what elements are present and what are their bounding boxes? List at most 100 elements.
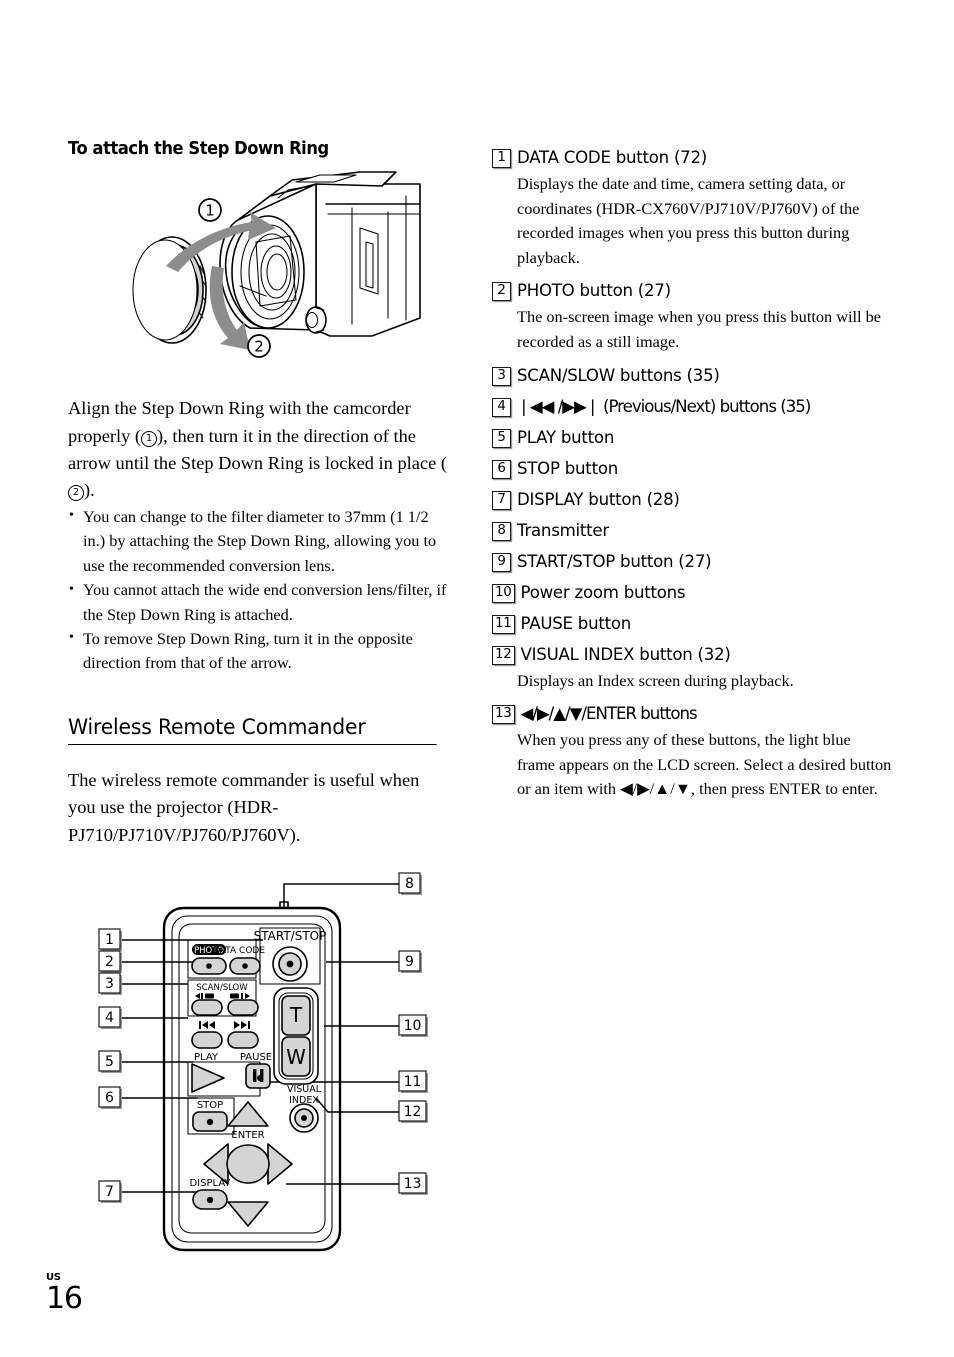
- item-heading: 7 DISPLAY button (28): [492, 486, 892, 514]
- note-bullet: To remove Step Down Ring, turn it in the…: [68, 626, 448, 676]
- item-title: DATA CODE button (72): [517, 148, 708, 167]
- pause-label: PAUSE: [240, 1052, 272, 1063]
- list-item: 13 ◀/▶/▲/▼/ENTER buttons When you press …: [492, 700, 892, 802]
- step-down-ring-illustration: 1 2: [120, 168, 430, 368]
- callout-box-9: 9: [398, 950, 422, 973]
- item-title: START/STOP button (27): [517, 551, 712, 571]
- svg-text:4: 4: [105, 1010, 114, 1026]
- scan-slow-area: SCAN/SLOW: [187, 979, 259, 1017]
- item-number: 9: [492, 552, 511, 572]
- instruction-paragraph: Align the Step Down Ring with the camcor…: [68, 395, 448, 505]
- svg-text:2: 2: [105, 954, 114, 970]
- item-title: STOP button: [517, 458, 618, 478]
- figure-callout-1: 1: [198, 198, 222, 222]
- item-heading: 10 Power zoom buttons: [492, 579, 892, 607]
- callout-numbers-left: 1 2 3 4 5 6 7: [98, 928, 122, 1203]
- previous-next-icons: [199, 1021, 250, 1029]
- item-number: 6: [492, 459, 511, 479]
- visual-index-area: VISUAL INDEX: [287, 1084, 322, 1133]
- svg-text:13: 13: [404, 1176, 422, 1192]
- item-number: 2: [492, 282, 511, 302]
- right-column: 1 DATA CODE button (72) Displays the dat…: [492, 144, 892, 802]
- list-item: 1 DATA CODE button (72) Displays the dat…: [492, 144, 892, 270]
- callout-box-2: 2: [98, 950, 122, 973]
- list-item: 6 STOP button: [492, 455, 892, 483]
- list-item: 8 Transmitter: [492, 517, 892, 545]
- page-number: 16: [46, 1281, 83, 1316]
- callout-box-1: 1: [98, 928, 122, 951]
- item-heading: 12 VISUAL INDEX button (32): [492, 641, 892, 669]
- figure-callout-1-label: 1: [205, 202, 215, 220]
- item-number: 1: [492, 149, 511, 168]
- figure-callout-2-label: 2: [254, 338, 264, 356]
- section-heading-wireless-remote-commander: Wireless Remote Commander: [68, 715, 437, 745]
- item-number: 10: [492, 583, 515, 603]
- power-zoom-area: T W: [273, 987, 319, 1085]
- manual-page: To attach the Step Down Ring Align the S…: [0, 0, 954, 1357]
- item-title: DISPLAY button (28): [517, 489, 680, 509]
- callout-box-11: 11: [398, 1070, 428, 1093]
- item-number: 8: [492, 521, 511, 541]
- item-heading: 11 PAUSE button: [492, 610, 892, 638]
- item-title: ◀/▶/▲/▼/ENTER buttons: [520, 704, 698, 724]
- item-heading: 5 PLAY button: [492, 424, 892, 452]
- callout-numbers-right: 8 9 10 11 12 13: [398, 872, 428, 1195]
- item-title: ❘◀◀ /▶▶❘ (Previous/Next) buttons (35): [517, 396, 811, 416]
- notes-bullet-list: You can change to the filter diameter to…: [68, 504, 448, 676]
- item-heading: 3 SCAN/SLOW buttons (35): [492, 362, 892, 390]
- data-code-label: DATA CODE: [213, 946, 265, 956]
- list-item: 4 ❘◀◀ /▶▶❘ (Previous/Next) buttons (35): [492, 393, 892, 421]
- list-item: 3 SCAN/SLOW buttons (35): [492, 362, 892, 390]
- item-heading: 4 ❘◀◀ /▶▶❘ (Previous/Next) buttons (35): [492, 393, 892, 421]
- item-description: When you press any of these buttons, the…: [517, 730, 892, 799]
- svg-text:9: 9: [405, 954, 414, 970]
- item-number: 13: [492, 705, 515, 725]
- callout-box-4: 4: [98, 1006, 122, 1029]
- item-title: Transmitter: [517, 520, 609, 540]
- circled-number-1: 1: [141, 430, 158, 447]
- list-item: 10 Power zoom buttons: [492, 579, 892, 607]
- scan-slow-icons: [195, 993, 250, 999]
- callout-box-3: 3: [98, 972, 122, 995]
- list-item: 9 START/STOP button (27): [492, 548, 892, 576]
- previous-next-area: [191, 1021, 259, 1049]
- play-label: PLAY: [194, 1052, 219, 1063]
- item-title: SCAN/SLOW buttons (35): [517, 365, 720, 385]
- item-heading: 9 START/STOP button (27): [492, 548, 892, 576]
- figure-callout-2: 2: [247, 334, 271, 358]
- item-heading: 8 Transmitter: [492, 517, 892, 545]
- item-description: The on-screen image when you press this …: [517, 307, 881, 351]
- scan-slow-label: SCAN/SLOW: [196, 983, 248, 993]
- callout-box-6: 6: [98, 1086, 122, 1109]
- page-footer: US 16: [46, 1272, 83, 1316]
- callout-box-7: 7: [98, 1180, 122, 1203]
- zoom-w-label: W: [286, 1045, 306, 1069]
- item-number: 7: [492, 490, 511, 510]
- wireless-remote-paragraph: The wireless remote commander is useful …: [68, 769, 420, 845]
- callout-box-8: 8: [398, 872, 422, 895]
- visual-label: VISUAL: [287, 1084, 322, 1095]
- item-heading: 13 ◀/▶/▲/▼/ENTER buttons: [492, 700, 892, 728]
- remote-button-reference-list: 1 DATA CODE button (72) Displays the dat…: [492, 144, 892, 802]
- enter-label: ENTER: [231, 1130, 264, 1141]
- svg-text:5: 5: [105, 1054, 114, 1070]
- callout-box-12: 12: [398, 1100, 428, 1123]
- note-bullet: You can change to the filter diameter to…: [68, 504, 448, 578]
- item-number: 3: [492, 366, 511, 386]
- play-pause-area: PLAY PAUSE: [187, 1052, 272, 1097]
- photo-datacode-area: PHOTO DATA CODE: [187, 939, 265, 979]
- item-description: Displays the date and time, camera setti…: [517, 174, 860, 267]
- item-number: 12: [492, 645, 515, 665]
- item-number: 5: [492, 428, 511, 448]
- callout-box-5: 5: [98, 1050, 122, 1073]
- note-bullet: You cannot attach the wide end conversio…: [68, 578, 448, 627]
- circled-number-2: 2: [68, 485, 84, 502]
- display-label: DISPLAY: [189, 1178, 231, 1189]
- list-item: 11 PAUSE button: [492, 610, 892, 638]
- callout-box-10: 10: [398, 1014, 428, 1037]
- list-item: 5 PLAY button: [492, 424, 892, 452]
- item-title: VISUAL INDEX button (32): [520, 644, 731, 664]
- item-title: Power zoom buttons: [520, 582, 686, 602]
- svg-text:12: 12: [404, 1104, 422, 1120]
